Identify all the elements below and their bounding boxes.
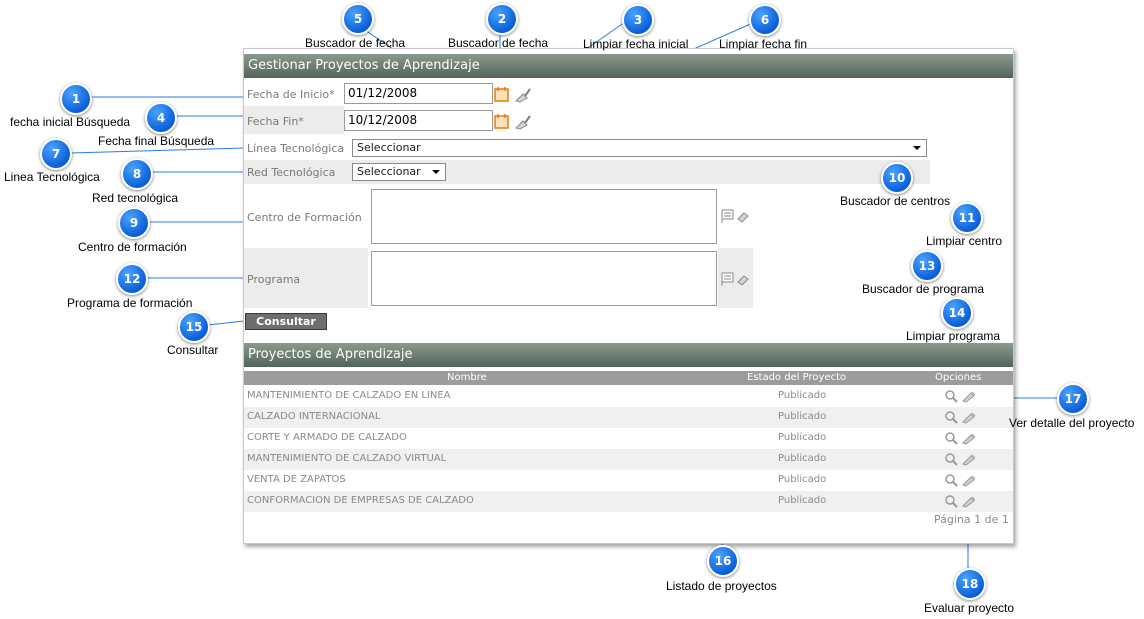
- pencil-icon[interactable]: [961, 410, 977, 424]
- annotation-badge-16: 16: [707, 545, 739, 577]
- row-nombre: CALZADO INTERNACIONAL: [247, 411, 381, 422]
- annotation-badge-8: 8: [121, 158, 153, 190]
- annotation-badge-17: 17: [1057, 383, 1089, 415]
- fecha-inicio-label: Fecha de Inicio*: [247, 88, 335, 101]
- pencil-icon[interactable]: [961, 389, 977, 403]
- table-row: CORTE Y ARMADO DE CALZADO Publicado: [244, 428, 1013, 449]
- annotation-caption-8: Red tecnológica: [92, 191, 179, 205]
- annotation-badge-2: 2: [486, 3, 518, 35]
- calendar-icon[interactable]: [494, 86, 510, 103]
- annotation-caption-16: Listado de proyectos: [666, 579, 777, 593]
- annotation-badge-12: 12: [116, 263, 148, 295]
- annotation-badge-15: 15: [178, 311, 210, 343]
- annotation-caption-7: Linea Tecnológica: [4, 170, 100, 184]
- broom-icon[interactable]: [514, 114, 531, 130]
- annotation-badge-7: 7: [40, 138, 72, 170]
- chevron-down-icon: [432, 170, 440, 174]
- annotation-caption-3: Limpiar fecha inicial: [583, 37, 689, 51]
- annotation-caption-12: Programa de formación: [67, 296, 193, 310]
- row-estado: Publicado: [778, 390, 827, 401]
- annotation-caption-9: Centro de formación: [78, 240, 187, 254]
- row-estado: Publicado: [778, 474, 827, 485]
- calendar-icon[interactable]: [494, 113, 510, 130]
- red-label: Red Tecnológica: [247, 166, 336, 179]
- annotation-caption-11: Limpiar centro: [926, 234, 1003, 248]
- programa-label: Programa: [247, 273, 301, 286]
- col-opciones: Opciones: [935, 372, 982, 383]
- annotation-badge-9: 9: [118, 207, 150, 239]
- list-header: Proyectos de Aprendizaje: [244, 343, 1013, 367]
- annotation-badge-3: 3: [622, 4, 654, 36]
- row-estado: Publicado: [778, 411, 827, 422]
- magnifier-icon[interactable]: [944, 452, 958, 466]
- annotation-badge-4: 4: [145, 102, 177, 134]
- annotation-badge-18: 18: [954, 568, 986, 600]
- annotation-caption-15: Consultar: [167, 343, 219, 357]
- annotation-badge-6: 6: [749, 4, 781, 36]
- magnifier-icon[interactable]: [944, 410, 958, 424]
- annotation-badge-10: 10: [881, 162, 913, 194]
- centro-textarea[interactable]: [371, 189, 717, 244]
- annotation-caption-13: Buscador de programa: [862, 282, 985, 296]
- pagination: Página 1 de 1: [934, 513, 1009, 526]
- broom-icon[interactable]: [514, 87, 531, 103]
- annotation-caption-14: Limpiar programa: [906, 329, 1001, 343]
- annotation-caption-5: Buscador de fecha: [305, 36, 406, 50]
- annotation-caption-1: fecha inicial Búsqueda: [10, 115, 131, 129]
- col-nombre: Nombre: [447, 372, 487, 383]
- annotation-caption-17: Ver detalle del proyecto: [1009, 416, 1135, 430]
- annotation-badge-14: 14: [941, 297, 973, 329]
- annotation-badge-1: 1: [60, 83, 92, 115]
- fecha-inicio-input[interactable]: 01/12/2008: [344, 83, 493, 104]
- annotation-caption-18: Evaluar proyecto: [924, 601, 1015, 615]
- table-row: VENTA DE ZAPATOS Publicado: [244, 470, 1013, 491]
- magnifier-icon[interactable]: [944, 389, 958, 403]
- fecha-fin-label: Fecha Fin*: [247, 115, 304, 128]
- centro-label: Centro de Formación: [247, 211, 362, 224]
- row-nombre: MANTENIMIENTO DE CALZADO VIRTUAL: [247, 453, 447, 464]
- linea-label: Línea Tecnológica: [247, 142, 345, 155]
- row-estado: Publicado: [778, 495, 827, 506]
- annotation-badge-5: 5: [342, 3, 374, 35]
- form-header: Gestionar Proyectos de Aprendizaje: [244, 54, 1013, 78]
- row-nombre: CORTE Y ARMADO DE CALZADO: [247, 432, 407, 443]
- programa-textarea[interactable]: [371, 251, 717, 306]
- linea-select[interactable]: Seleccionar: [352, 139, 927, 157]
- pencil-icon[interactable]: [961, 473, 977, 487]
- row-nombre: CONFORMACION DE EMPRESAS DE CALZADO: [247, 495, 474, 506]
- linea-select-value: Seleccionar: [357, 141, 421, 154]
- consultar-button[interactable]: Consultar: [245, 313, 327, 330]
- red-select[interactable]: Seleccionar: [352, 163, 446, 181]
- row-estado: Publicado: [778, 432, 827, 443]
- table-header: Nombre Estado del Proyecto Opciones: [244, 371, 1013, 385]
- list-search-icon[interactable]: [720, 207, 750, 225]
- row-nombre: MANTENIMIENTO DE CALZADO EN LINEA: [247, 390, 451, 401]
- table-row: MANTENIMIENTO DE CALZADO EN LINEA Public…: [244, 386, 1013, 407]
- table-row: CALZADO INTERNACIONAL Publicado: [244, 407, 1013, 428]
- magnifier-icon[interactable]: [944, 494, 958, 508]
- row-estado: Publicado: [778, 453, 827, 464]
- table-row: MANTENIMIENTO DE CALZADO VIRTUAL Publica…: [244, 449, 1013, 470]
- annotation-caption-10: Buscador de centros: [840, 194, 951, 208]
- magnifier-icon[interactable]: [944, 431, 958, 445]
- fecha-fin-input[interactable]: 10/12/2008: [344, 110, 493, 131]
- red-row-bg: [244, 160, 930, 184]
- annotation-badge-13: 13: [911, 250, 943, 282]
- annotation-caption-2: Buscador de fecha: [448, 36, 549, 50]
- table-row: CONFORMACION DE EMPRESAS DE CALZADO Publ…: [244, 491, 1013, 512]
- red-select-value: Seleccionar: [357, 165, 421, 178]
- annotation-caption-6: Limpiar fecha fin: [719, 37, 808, 51]
- pencil-icon[interactable]: [961, 494, 977, 508]
- list-search-icon[interactable]: [720, 270, 750, 288]
- magnifier-icon[interactable]: [944, 473, 958, 487]
- pencil-icon[interactable]: [961, 431, 977, 445]
- annotation-badge-11: 11: [951, 202, 983, 234]
- row-nombre: VENTA DE ZAPATOS: [247, 474, 346, 485]
- pencil-icon[interactable]: [961, 452, 977, 466]
- annotation-caption-4: Fecha final Búsqueda: [98, 134, 215, 148]
- chevron-down-icon: [913, 146, 921, 150]
- col-estado: Estado del Proyecto: [747, 372, 847, 383]
